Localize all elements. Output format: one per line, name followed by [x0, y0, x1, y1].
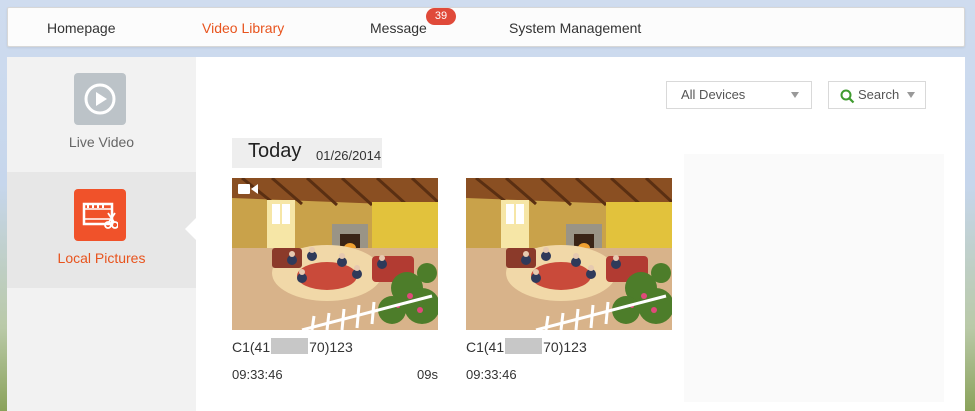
active-pointer [185, 218, 196, 240]
redacted-block [271, 338, 309, 354]
chevron-down-icon [907, 92, 915, 98]
day-group-header: Today 01/26/2014 [232, 138, 382, 168]
sidebar-item-label: Live Video [68, 134, 135, 150]
day-title: Today [248, 140, 302, 162]
play-circle-icon [74, 73, 126, 125]
top-nav: Homepage Video Library Message 39 System… [7, 7, 965, 47]
camera-name: C1(41 70)123 [232, 338, 353, 355]
media-thumbnail[interactable] [466, 178, 672, 330]
search-label: Search [858, 87, 900, 102]
redacted-block [505, 338, 543, 354]
video-duration: 09s [417, 367, 438, 382]
empty-preview-area [684, 154, 944, 402]
camera-name-suffix: 70)123 [309, 339, 353, 355]
search-icon [840, 87, 855, 113]
sidebar-item-label: Local Pictures [57, 250, 146, 266]
device-select-value: All Devices [681, 87, 746, 102]
device-select[interactable]: All Devices [666, 81, 812, 109]
capture-time: 09:33:46 [232, 367, 283, 382]
nav-video-library[interactable]: Video Library [202, 8, 284, 48]
search-button[interactable]: Search [828, 81, 926, 109]
nav-message[interactable]: Message [370, 8, 427, 48]
video-camera-icon [238, 182, 258, 200]
media-card[interactable]: C1(41 70)123 09:33:46 [466, 178, 672, 388]
film-scissors-icon [74, 189, 126, 241]
message-count-badge: 39 [426, 8, 456, 25]
media-thumbnail[interactable] [232, 178, 438, 330]
day-date: 01/26/2014 [316, 148, 382, 163]
sidebar-item-live-video[interactable]: Live Video [7, 57, 196, 173]
capture-time: 09:33:46 [466, 367, 517, 382]
camera-name: C1(41 70)123 [466, 338, 587, 355]
camera-name-prefix: C1(41 [466, 339, 505, 355]
sidebar: Live Video Local Pictures [7, 57, 196, 411]
main-panel: Live Video Local Pictures All Devices Se… [7, 57, 965, 411]
media-card[interactable]: C1(41 70)123 09:33:46 09s [232, 178, 438, 388]
camera-name-prefix: C1(41 [232, 339, 271, 355]
camera-name-suffix: 70)123 [543, 339, 587, 355]
chevron-down-icon [791, 92, 799, 98]
nav-homepage[interactable]: Homepage [47, 8, 116, 48]
nav-system-management[interactable]: System Management [509, 8, 641, 48]
sidebar-item-local-pictures[interactable]: Local Pictures [7, 172, 196, 288]
